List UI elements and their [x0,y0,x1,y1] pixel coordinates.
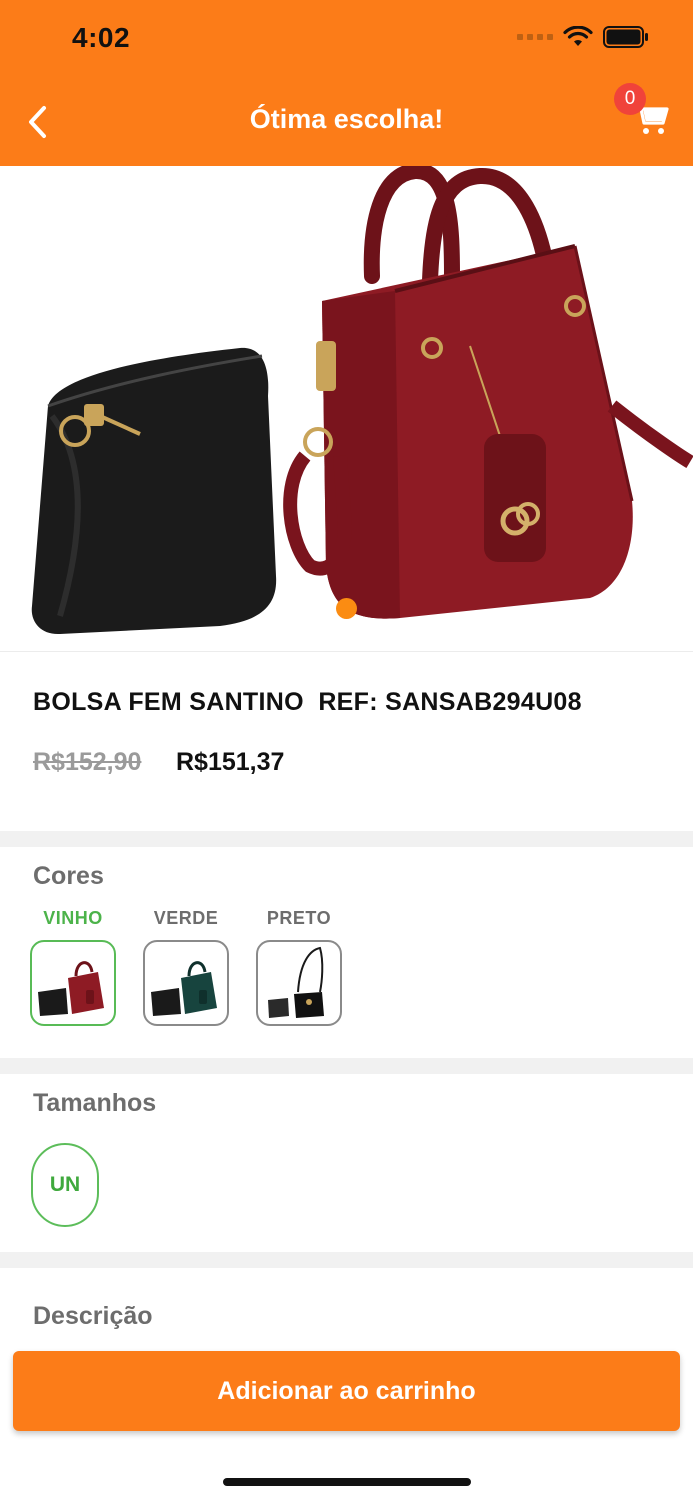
add-to-cart-button[interactable]: Adicionar ao carrinho [13,1351,680,1431]
color-label-verde: VERDE [153,908,219,928]
carousel-page-indicator [336,598,357,619]
description-title: Descrição [33,1302,153,1330]
color-swatch-preto[interactable] [256,940,342,1026]
color-swatch-vinho[interactable] [30,940,116,1026]
page-title: Ótima escolha! [249,104,444,134]
section-divider [0,831,693,847]
cellular-signal-icon [517,34,553,40]
color-swatch-verde[interactable] [143,940,229,1026]
color-label-vinho: VINHO [43,908,103,928]
cart-count-badge: 0 [614,83,646,115]
product-info [0,653,693,831]
sizes-title: Tamanhos [33,1089,157,1117]
product-title: BOLSA FEM SANTINO REF: SANSAB294U08 [33,688,582,716]
current-price: R$151,37 [176,748,285,776]
colors-title: Cores [33,862,104,890]
home-indicator [223,1478,471,1486]
color-label-preto: PRETO [266,908,332,928]
color-thumbnail-vinho [38,961,104,1016]
color-thumbnail-preto [268,946,324,1018]
section-divider [0,1252,693,1268]
app-header: 4:02 Ótima escolha! 0 [0,0,693,166]
section-divider [0,1058,693,1074]
product-image-carousel[interactable] [0,166,693,652]
status-icons [517,26,649,48]
wifi-icon [563,26,593,46]
old-price: R$152,90 [33,748,142,776]
color-thumbnail-verde [151,961,217,1016]
size-option-un[interactable]: UN [31,1143,99,1227]
status-time: 4:02 [72,22,131,53]
battery-icon [603,26,648,48]
product-image [31,166,693,635]
